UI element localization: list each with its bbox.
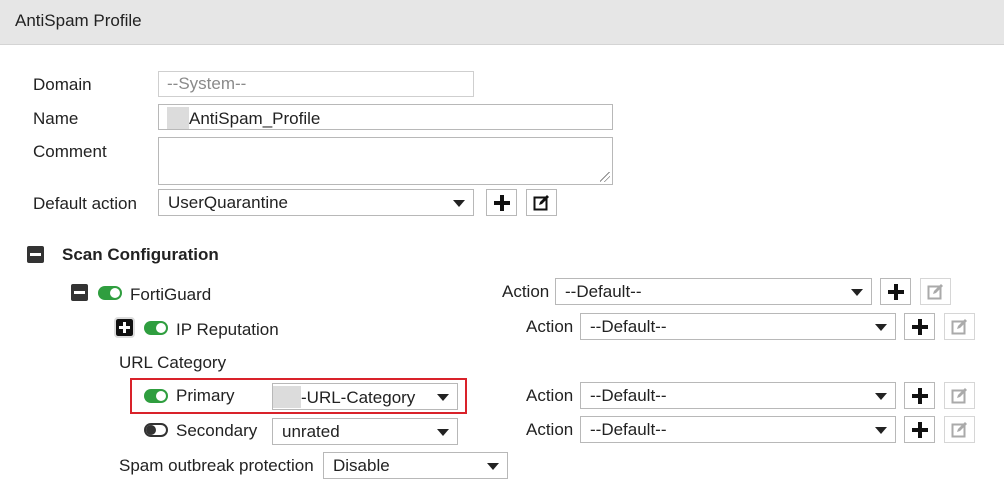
default-action-select[interactable]: UserQuarantine [158,189,474,216]
edit-icon [951,388,967,404]
plus-icon [911,387,928,404]
fortiguard-action-label: Action [502,282,550,301]
edit-icon [927,284,943,300]
plus-icon [493,194,510,211]
primary-toggle[interactable] [144,389,168,403]
primary-label: Primary [176,386,235,405]
redacted-block [167,107,189,129]
secondary-toggle[interactable] [144,423,168,437]
domain-field: --System-- [158,71,474,97]
add-ip-reputation-action-button[interactable] [904,313,935,340]
secondary-action-select[interactable]: --Default-- [580,416,896,443]
name-label: Name [33,109,79,128]
name-field[interactable]: AntiSpam_Profile [158,104,613,130]
plus-icon [887,283,904,300]
default-action-label: Default action [33,194,137,213]
fortiguard-toggle[interactable] [98,286,122,300]
outbreak-label: Spam outbreak protection [119,456,314,475]
chevron-down-icon [875,427,887,434]
outbreak-select[interactable]: Disable [323,452,508,479]
ip-reputation-action-label: Action [526,317,574,336]
chevron-down-icon [851,289,863,296]
edit-icon [951,319,967,335]
ip-reputation-toggle[interactable] [144,321,168,335]
ip-reputation-action-select[interactable]: --Default-- [580,313,896,340]
chevron-down-icon [487,463,499,470]
edit-secondary-action-button[interactable] [944,416,975,443]
chevron-down-icon [437,394,449,401]
secondary-label: Secondary [176,421,258,440]
chevron-down-icon [875,324,887,331]
page-header: AntiSpam Profile [0,0,1004,45]
page-title: AntiSpam Profile [15,11,142,30]
edit-default-action-button[interactable] [526,189,557,216]
primary-action-label: Action [526,386,574,405]
add-primary-action-button[interactable] [904,382,935,409]
primary-url-category-select[interactable]: -URL-Category [272,383,458,410]
chevron-down-icon [875,393,887,400]
ip-reputation-label: IP Reputation [176,320,279,339]
url-category-label: URL Category [119,353,227,372]
collapse-scan-config-icon[interactable] [27,246,44,263]
edit-fortiguard-action-button[interactable] [920,278,951,305]
expand-ip-reputation-icon[interactable] [114,317,135,338]
collapse-fortiguard-icon[interactable] [71,284,88,301]
primary-action-select[interactable]: --Default-- [580,382,896,409]
fortiguard-action-select[interactable]: --Default-- [555,278,872,305]
redacted-block [273,386,301,408]
secondary-url-category-select[interactable]: unrated [272,418,458,445]
add-secondary-action-button[interactable] [904,416,935,443]
domain-label: Domain [33,75,92,94]
chevron-down-icon [437,429,449,436]
edit-icon [533,195,549,211]
edit-icon [951,422,967,438]
plus-icon [911,318,928,335]
chevron-down-icon [453,200,465,207]
secondary-action-label: Action [526,420,574,439]
comment-textarea[interactable] [158,137,613,185]
plus-icon [911,421,928,438]
comment-label: Comment [33,142,107,161]
section-title: Scan Configuration [62,245,219,264]
add-default-action-button[interactable] [486,189,517,216]
edit-ip-reputation-action-button[interactable] [944,313,975,340]
resize-grip-icon[interactable] [600,172,610,182]
fortiguard-label: FortiGuard [130,285,212,304]
add-fortiguard-action-button[interactable] [880,278,911,305]
edit-primary-action-button[interactable] [944,382,975,409]
